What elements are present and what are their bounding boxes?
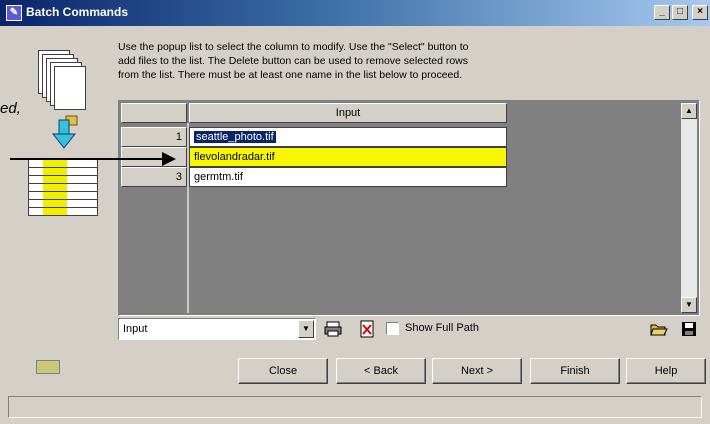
vertical-scrollbar[interactable]: ▲ ▼ [681,103,697,313]
cell-value: flevolandradar.tif [194,151,275,163]
scroll-up-icon[interactable]: ▲ [681,103,697,119]
scroll-down-icon[interactable]: ▼ [681,297,697,313]
show-full-path-checkbox[interactable] [386,322,399,335]
row-header-corner [121,103,187,123]
maximize-button[interactable]: □ [672,5,688,20]
window-title: Batch Commands [26,5,129,19]
status-bar [8,396,702,418]
back-button[interactable]: < Back [336,358,426,384]
batch-commands-window: ✎ Batch Commands _ □ × ed, Use the popup… [0,0,710,424]
cell-value: seattle_photo.tif [194,131,276,143]
select-files-icon[interactable] [324,320,342,338]
title-bar[interactable]: ✎ Batch Commands _ □ × [0,0,710,26]
finish-button[interactable]: Finish [530,358,620,384]
row-header-divider [187,123,189,313]
annotation-text-fragment: ed, [0,100,21,117]
help-button[interactable]: Help [626,358,706,384]
minimize-button[interactable]: _ [654,5,670,20]
callout-arrow-line [10,158,170,160]
instructions-text: Use the popup list to select the column … [118,41,469,81]
app-icon: ✎ [6,5,22,21]
table-grid-icon [28,158,98,216]
callout-arrow-head [162,152,176,166]
chevron-down-icon[interactable]: ▼ [298,320,314,338]
close-button[interactable]: Close [238,358,328,384]
save-disk-icon[interactable] [680,320,698,338]
show-full-path-label: Show Full Path [405,322,479,334]
next-button[interactable]: Next > [432,358,522,384]
status-indicator [36,360,60,374]
column-header-input[interactable]: Input [189,103,507,123]
row-number[interactable]: 3 [121,167,187,187]
cell-value: germtm.tif [194,171,243,183]
row-number[interactable]: 1 [121,127,187,147]
table-row[interactable]: flevolandradar.tif [189,147,507,167]
file-list-grid[interactable]: Input 1 seattle_photo.tif flevolandradar… [118,100,700,316]
open-folder-icon[interactable] [650,320,668,338]
column-select[interactable]: Input ▼ [118,318,316,340]
table-row[interactable]: germtm.tif [189,167,507,187]
down-arrow-folder-icon [52,115,78,149]
row-number[interactable] [121,147,187,167]
column-select-value: Input [123,323,148,335]
close-window-button[interactable]: × [692,5,708,20]
delete-rows-icon[interactable] [358,320,376,338]
table-row[interactable]: seattle_photo.tif [189,127,507,147]
